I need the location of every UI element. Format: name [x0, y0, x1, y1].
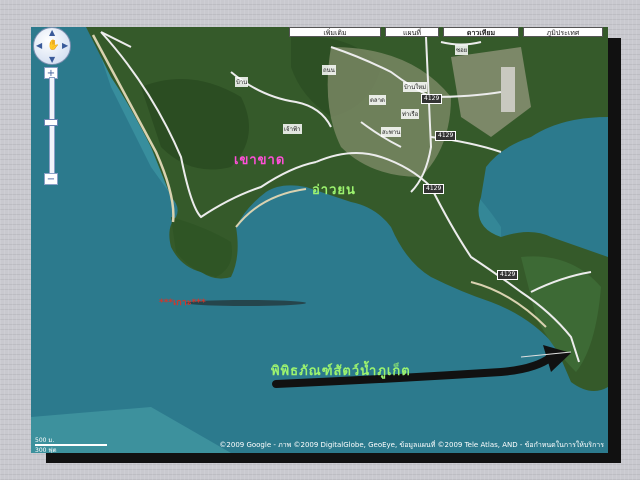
road-label: ถนน [322, 65, 336, 75]
satellite-terrain [31, 27, 608, 453]
map-type-map[interactable]: แผนที่ [385, 27, 439, 37]
place-label-aquarium: พิพิธภัณฑ์สัตว์น้ำภูเก็ต [271, 364, 411, 379]
road-shield: 4129 [423, 184, 445, 194]
road-label: สะพาน [381, 127, 402, 137]
pan-left-icon[interactable]: ◀ [36, 41, 42, 50]
hand-icon: ✋ [47, 40, 60, 51]
zoom-slider-track[interactable] [49, 77, 55, 181]
pan-down-icon[interactable]: ▼ [49, 55, 55, 64]
zoom-out-button[interactable]: − [44, 173, 58, 185]
scale-metric: 500 ม. [35, 435, 107, 446]
road-shield: 4129 [421, 94, 443, 104]
road-label: บ้าน [235, 77, 249, 87]
pan-up-icon[interactable]: ▲ [49, 28, 55, 37]
place-label-red: ***เกาะ*** [159, 298, 206, 308]
place-label-khao-khad: เขาขาด [234, 153, 286, 168]
copyright-text: ©2009 Google - ภาพ ©2009 DigitalGlobe, G… [219, 441, 604, 449]
zoom-slider-handle[interactable] [44, 119, 58, 126]
map-type-more[interactable]: เพิ่มเติม [289, 27, 381, 37]
road-shield: 4129 [435, 131, 457, 141]
road-label: ตลาด [369, 95, 386, 105]
map-type-terrain[interactable]: ภูมิประเทศ [523, 27, 603, 37]
road-label: ท่าเรือ [401, 109, 420, 119]
road-shield: 4129 [497, 270, 519, 280]
road-label: บ้านใหม่ [403, 82, 428, 92]
place-label-ao-yon: อ่าวยน [312, 183, 356, 198]
pan-right-icon[interactable]: ▶ [62, 41, 68, 50]
pan-control[interactable]: ▲ ▼ ◀ ▶ ✋ [33, 27, 71, 65]
map-type-satellite[interactable]: ดาวเทียม [443, 27, 519, 37]
road-label: เจ้าฟ้า [283, 124, 302, 134]
scale-imperial: 300 ฟุต [35, 447, 57, 453]
road-label: ซอย [455, 45, 469, 55]
map-viewport[interactable]: เพิ่มเติม แผนที่ ดาวเทียม ภูมิประเทศ ▲ ▼… [31, 27, 608, 453]
